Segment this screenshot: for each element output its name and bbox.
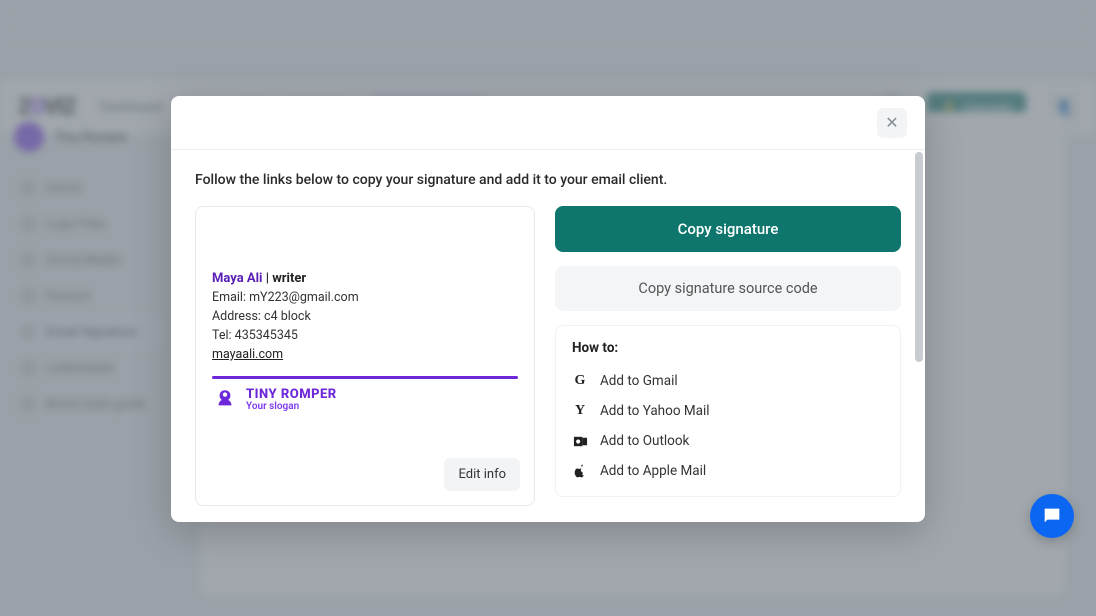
gmail-icon: G — [572, 373, 588, 389]
modal-instructions: Follow the links below to copy your sign… — [195, 172, 901, 188]
brand-logo-icon — [212, 387, 238, 413]
modal-overlay[interactable]: ✕ Follow the links below to copy your si… — [0, 0, 1096, 616]
signature-address: Address: c4 block — [212, 309, 518, 324]
scrollbar-thumb[interactable] — [915, 152, 923, 362]
signature-logo: TINY ROMPER Your slogan — [212, 387, 518, 413]
howto-section: How to: G Add to Gmail Y Add to Yahoo Ma… — [555, 325, 901, 497]
apple-icon — [572, 463, 588, 479]
modal-body: Follow the links below to copy your sign… — [171, 150, 925, 522]
yahoo-icon: Y — [572, 403, 588, 419]
howto-yahoo[interactable]: Y Add to Yahoo Mail — [572, 396, 884, 426]
signature-url[interactable]: mayaali.com — [212, 347, 283, 362]
close-icon: ✕ — [885, 113, 898, 132]
modal-scrollbar[interactable] — [915, 152, 923, 518]
chat-icon — [1041, 505, 1063, 527]
howto-outlook[interactable]: Add to Outlook — [572, 426, 884, 456]
howto-gmail[interactable]: G Add to Gmail — [572, 366, 884, 396]
howto-apple-mail[interactable]: Add to Apple Mail — [572, 456, 884, 486]
signature-tel: Tel: 435345345 — [212, 328, 518, 343]
chat-fab[interactable] — [1030, 494, 1074, 538]
signature-divider — [212, 376, 518, 379]
copy-signature-button[interactable]: Copy signature — [555, 206, 901, 252]
brand-logo-text: TINY ROMPER — [246, 388, 337, 402]
outlook-icon — [572, 433, 588, 449]
signature-email: Email: mY223@gmail.com — [212, 290, 518, 305]
signature-modal: ✕ Follow the links below to copy your si… — [171, 96, 925, 522]
signature-preview: Maya Ali | writer Email: mY223@gmail.com… — [195, 206, 535, 506]
modal-actions: Copy signature Copy signature source cod… — [555, 206, 901, 497]
close-button[interactable]: ✕ — [877, 108, 907, 138]
howto-title: How to: — [572, 340, 884, 356]
brand-logo-slogan: Your slogan — [246, 402, 337, 413]
modal-header: ✕ — [171, 96, 925, 150]
edit-info-button[interactable]: Edit info — [444, 458, 520, 491]
copy-source-button[interactable]: Copy signature source code — [555, 266, 901, 311]
signature-name-line: Maya Ali | writer — [212, 271, 518, 286]
